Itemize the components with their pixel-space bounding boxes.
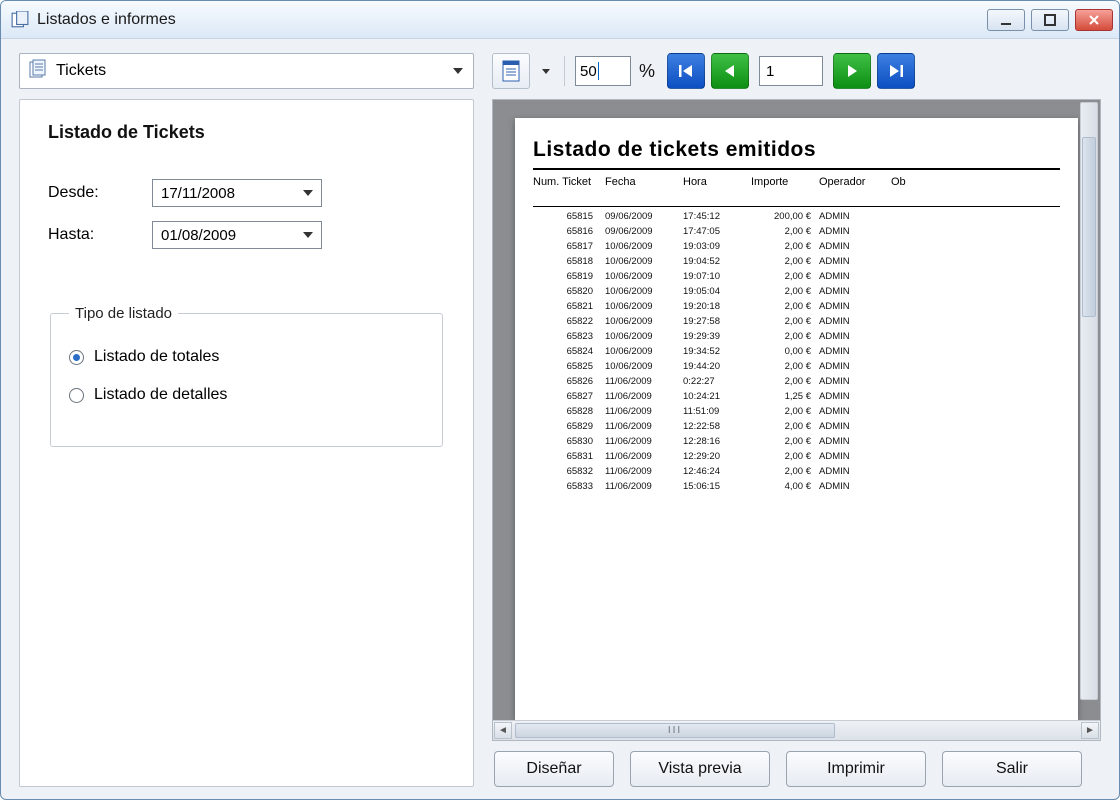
view-mode-dropdown[interactable] [536, 53, 554, 89]
hasta-date-dropdown[interactable]: 01/08/2009 [152, 221, 322, 249]
previous-page-button[interactable] [711, 53, 749, 89]
chevron-down-icon [453, 68, 463, 74]
table-row: 6582310/06/200919:29:392,00 €ADMIN [533, 329, 1060, 344]
table-row: 6581910/06/200919:07:102,00 €ADMIN [533, 269, 1060, 284]
filters-panel: Listado de Tickets Desde: 17/11/2008 Has… [19, 99, 474, 787]
report-title: Listado de tickets emitidos [533, 138, 1060, 162]
table-row: 6581509/06/200917:45:12200,00 €ADMIN [533, 209, 1060, 224]
chevron-down-icon [303, 190, 313, 196]
maximize-button[interactable] [1031, 9, 1069, 31]
column-header: Num. Ticket [533, 176, 605, 188]
report-page: Listado de tickets emitidos Num. TicketF… [515, 118, 1078, 720]
scroll-thumb[interactable] [1082, 137, 1096, 317]
table-row: 6582510/06/200919:44:202,00 €ADMIN [533, 359, 1060, 374]
preview-toolbar: 50 % 1 [492, 53, 915, 89]
report-preview-pane: Listado de tickets emitidos Num. TicketF… [492, 99, 1101, 741]
horizontal-scrollbar[interactable]: ◄ III ► [493, 720, 1100, 740]
table-row: 6582711/06/200910:24:211,25 €ADMIN [533, 389, 1060, 404]
table-row: 6582110/06/200919:20:182,00 €ADMIN [533, 299, 1060, 314]
exit-button[interactable]: Salir [942, 751, 1082, 787]
column-header: Importe [751, 176, 819, 188]
print-button[interactable]: Imprimir [786, 751, 926, 787]
radio-detalles[interactable]: Listado de detalles [69, 386, 424, 404]
column-header: Ob [891, 176, 909, 188]
table-row: 6582911/06/200912:22:582,00 €ADMIN [533, 419, 1060, 434]
radio-icon [69, 350, 84, 365]
first-page-button[interactable] [667, 53, 705, 89]
scroll-left-button[interactable]: ◄ [494, 722, 512, 739]
table-row: 6583011/06/200912:28:162,00 €ADMIN [533, 434, 1060, 449]
preview-button[interactable]: Vista previa [630, 751, 770, 787]
report-type-dropdown[interactable]: Tickets [19, 53, 474, 89]
report-column-headers: Num. TicketFechaHoraImporteOperadorOb [533, 172, 1060, 192]
table-row: 6581810/06/200919:04:522,00 €ADMIN [533, 254, 1060, 269]
table-row: 6581710/06/200919:03:092,00 €ADMIN [533, 239, 1060, 254]
table-row: 6583311/06/200915:06:154,00 €ADMIN [533, 479, 1060, 494]
app-window: Listados e informes Tickets [0, 0, 1120, 800]
table-row: 6582611/06/20090:22:272,00 €ADMIN [533, 374, 1060, 389]
tipo-listado-legend: Tipo de listado [69, 305, 178, 322]
chevron-down-icon [303, 232, 313, 238]
vertical-scrollbar[interactable] [1080, 102, 1098, 700]
panel-heading: Listado de Tickets [48, 122, 445, 143]
window-title: Listados e informes [37, 11, 176, 29]
action-button-bar: Diseñar Vista previa Imprimir Salir [492, 751, 1101, 787]
chevron-down-icon [542, 69, 550, 74]
table-row: 6582410/06/200919:34:520,00 €ADMIN [533, 344, 1060, 359]
app-icon [11, 11, 29, 29]
preview-viewport[interactable]: Listado de tickets emitidos Num. TicketF… [493, 100, 1100, 720]
hasta-label: Hasta: [48, 226, 128, 244]
tipo-listado-group: Tipo de listado Listado de totales Lista… [50, 305, 443, 447]
zoom-percent-label: % [639, 61, 655, 82]
close-button[interactable] [1075, 9, 1113, 31]
separator [564, 56, 565, 86]
next-page-button[interactable] [833, 53, 871, 89]
desde-date-dropdown[interactable]: 17/11/2008 [152, 179, 322, 207]
column-header: Operador [819, 176, 891, 188]
page-number-input[interactable]: 1 [759, 56, 823, 86]
desde-label: Desde: [48, 184, 128, 202]
titlebar: Listados e informes [1, 1, 1119, 39]
minimize-button[interactable] [987, 9, 1025, 31]
scroll-right-button[interactable]: ► [1081, 722, 1099, 739]
zoom-input[interactable]: 50 [575, 56, 631, 86]
table-row: 6583211/06/200912:46:242,00 €ADMIN [533, 464, 1060, 479]
report-type-value: Tickets [56, 62, 106, 80]
design-button[interactable]: Diseñar [494, 751, 614, 787]
last-page-button[interactable] [877, 53, 915, 89]
scroll-thumb[interactable]: III [515, 723, 835, 738]
column-header: Fecha [605, 176, 683, 188]
table-row: 6583111/06/200912:29:202,00 €ADMIN [533, 449, 1060, 464]
table-row: 6582010/06/200919:05:042,00 €ADMIN [533, 284, 1060, 299]
table-row: 6582811/06/200911:51:092,00 €ADMIN [533, 404, 1060, 419]
table-row: 6581609/06/200917:47:052,00 €ADMIN [533, 224, 1060, 239]
radio-icon [69, 388, 84, 403]
report-icon [28, 59, 48, 84]
column-header: Hora [683, 176, 751, 188]
table-row: 6582210/06/200919:27:582,00 €ADMIN [533, 314, 1060, 329]
radio-totales[interactable]: Listado de totales [69, 348, 424, 366]
view-mode-button[interactable] [492, 53, 530, 89]
